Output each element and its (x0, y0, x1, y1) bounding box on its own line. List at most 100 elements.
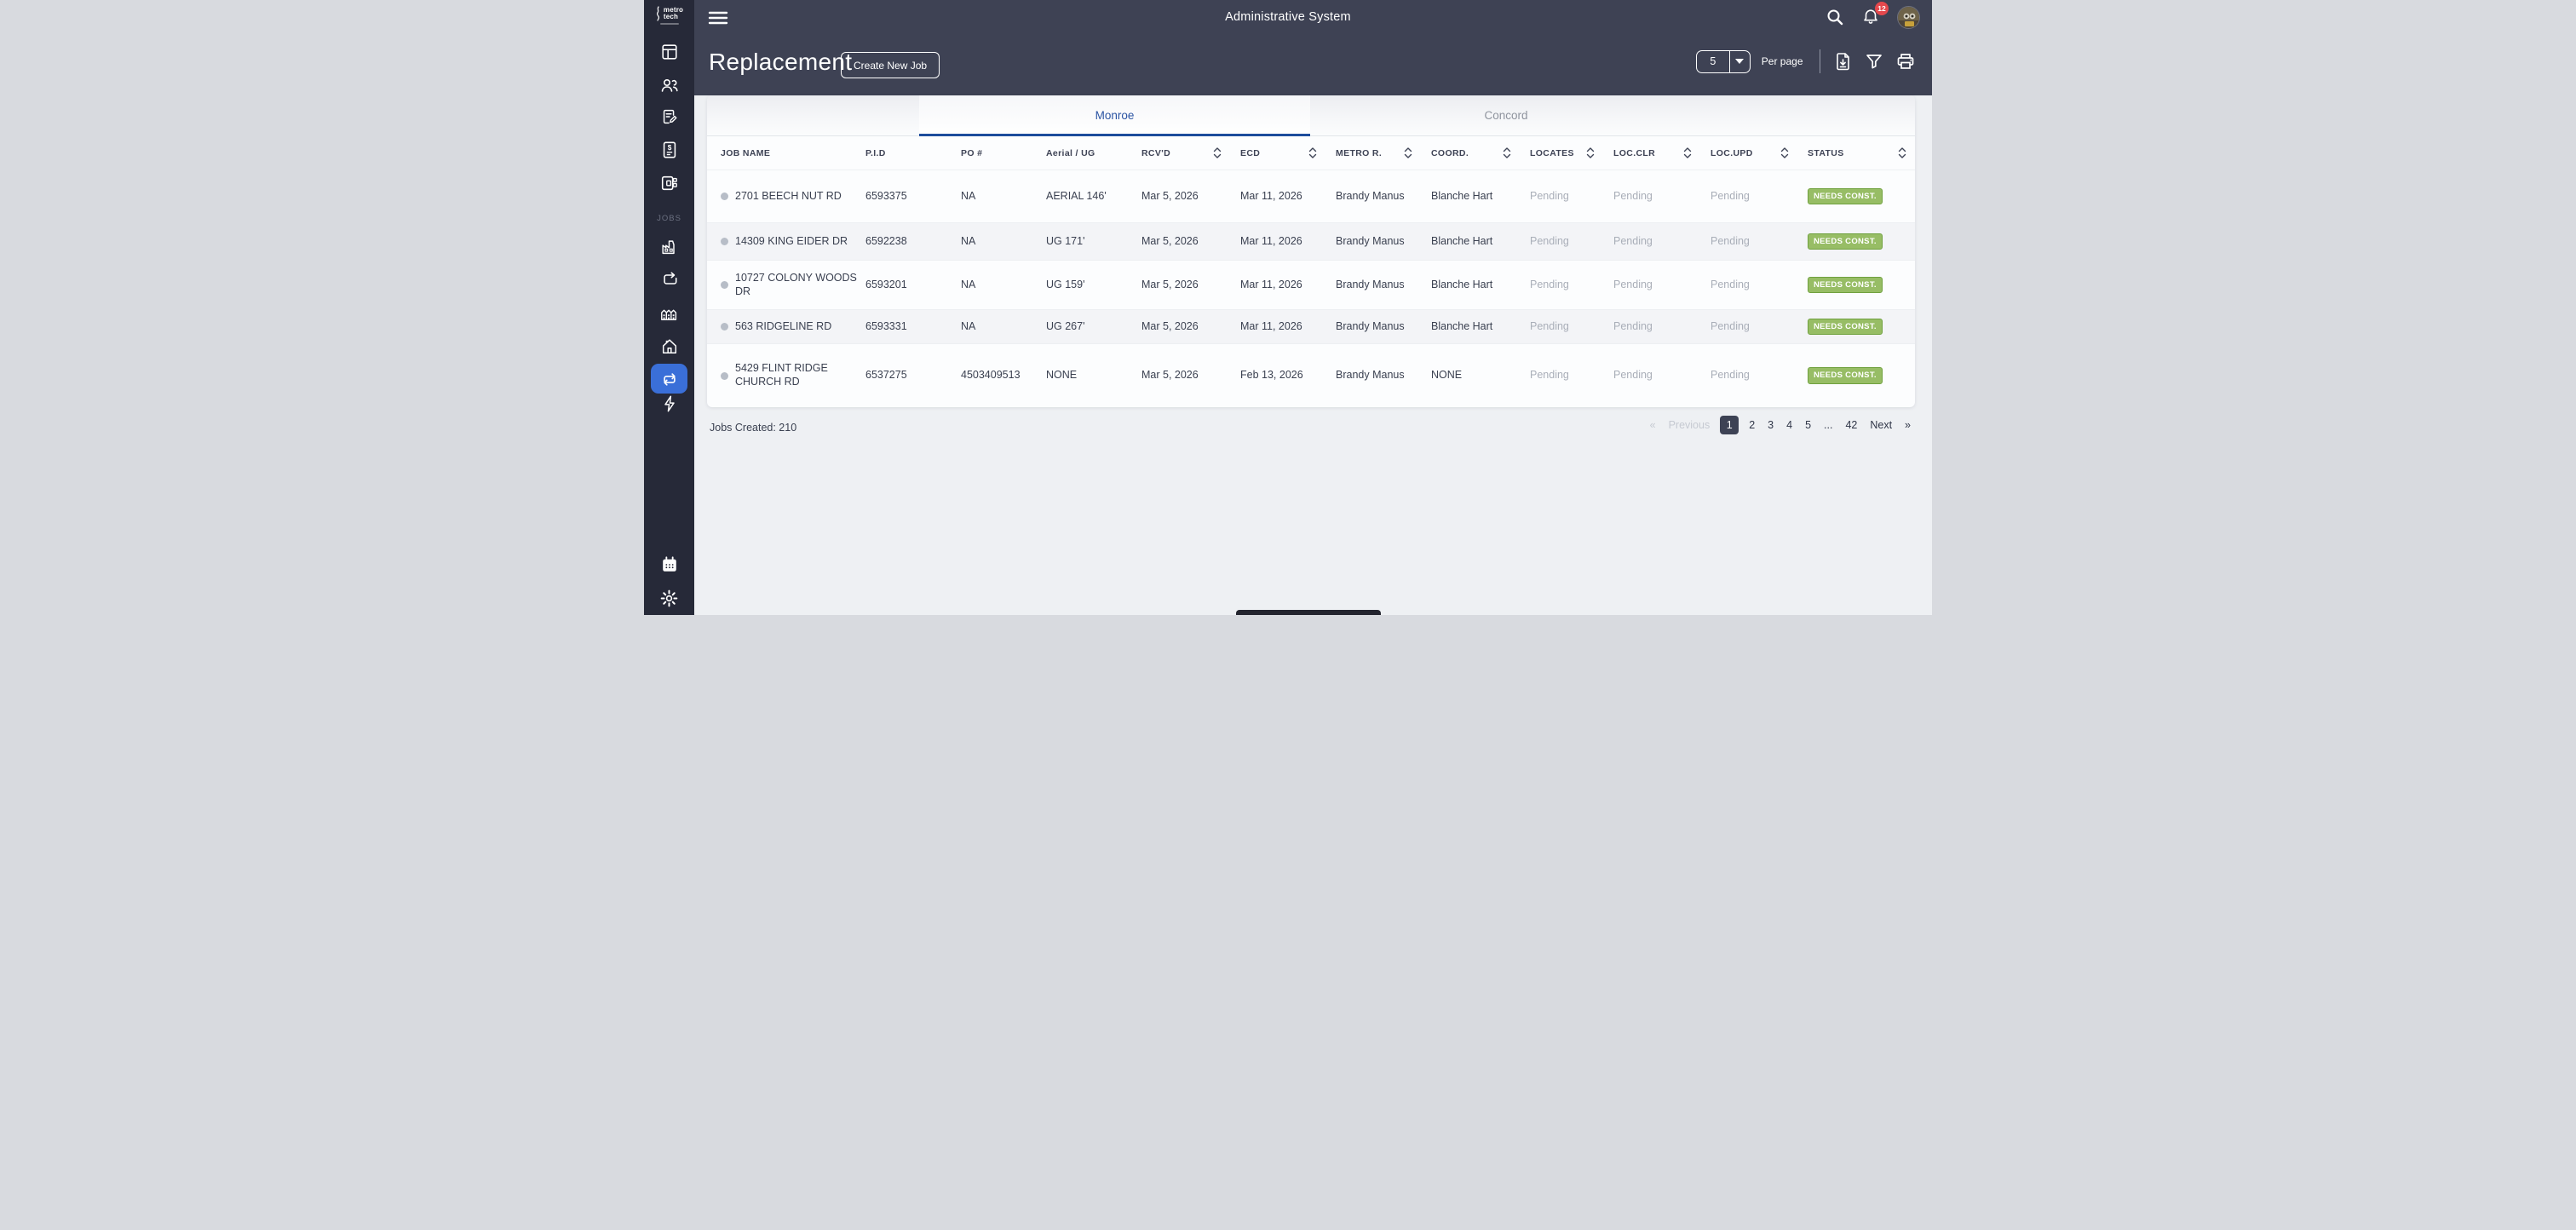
job-name: 563 RIDGELINE RD (735, 319, 832, 332)
table-cell: Mar 5, 2026 (1141, 234, 1199, 247)
pagination: « Previous 1 2 3 4 5... 42 Next » (1647, 416, 1913, 434)
status-badge: NEEDS CONST. (1808, 318, 1883, 336)
per-page-label: Per page (1761, 55, 1803, 67)
table-cell: Mar 11, 2026 (1240, 189, 1302, 202)
avatar[interactable] (1897, 5, 1920, 29)
table-cell: Mar 5, 2026 (1141, 278, 1199, 290)
table-cell: UG 159' (1046, 278, 1085, 290)
tab-concord[interactable]: Concord (1310, 95, 1702, 135)
row-status-dot (721, 193, 728, 200)
column-header[interactable]: ECD (1240, 147, 1336, 159)
table-row[interactable]: 14309 KING EIDER DR 6592238 NA UG 171' Mar 5… (707, 223, 1915, 261)
table-cell: Pending (1711, 369, 1750, 382)
table-cell: Pending (1613, 319, 1653, 332)
pagination-page[interactable]: 2 (1746, 417, 1757, 433)
pagination-page[interactable]: 1 (1720, 416, 1739, 434)
table-cell: Pending (1711, 234, 1750, 247)
table-cell: Pending (1613, 189, 1653, 202)
pagination-page[interactable]: 3 (1765, 417, 1776, 433)
table-cell: Mar 11, 2026 (1240, 319, 1302, 332)
column-header[interactable]: LOC.CLR (1613, 147, 1711, 159)
pagination-next-arrow[interactable]: » (1902, 417, 1913, 433)
notifications-bell[interactable]: 12 (1861, 2, 1889, 26)
sidebar-item-calendar[interactable] (644, 549, 694, 581)
cards-icon (661, 175, 677, 191)
sidebar-item-factory[interactable] (644, 231, 694, 263)
column-header: PO # (961, 147, 983, 158)
home-icon (662, 338, 676, 353)
pagination-prev[interactable]: Previous (1666, 417, 1713, 433)
column-header: Aerial / UG (1046, 147, 1095, 158)
column-header[interactable]: LOCATES (1530, 147, 1613, 159)
logo: metro tech (644, 6, 694, 25)
sidebar-item-power[interactable] (644, 388, 694, 420)
table-header-row: JOB NAME P.I.D PO # Aerial / UG RCV'D ECD METR… (707, 136, 1915, 170)
status-badge: NEEDS CONST. (1808, 367, 1883, 384)
table-cell: AERIAL 146' (1046, 189, 1107, 202)
users-icon (661, 79, 678, 92)
filter-icon[interactable] (1866, 53, 1883, 70)
sidebar-item-buildings[interactable] (644, 296, 694, 329)
sidebar-item-home[interactable] (644, 330, 694, 362)
table-toolbar: 5 Per page (1695, 49, 1915, 73)
sidebar-item-cards[interactable] (644, 167, 694, 199)
pagination-page[interactable]: 42 (1843, 417, 1860, 433)
table-cell: UG 171' (1046, 234, 1085, 247)
table-row[interactable]: 10727 COLONY WOODS DR 6593201 NA UG 159' Mar… (707, 261, 1915, 310)
table-cell: Blanche Hart (1431, 234, 1493, 247)
column-header[interactable]: RCV'D (1141, 147, 1240, 159)
edit-document-icon (663, 109, 676, 124)
sidebar-item-redo[interactable] (644, 263, 694, 296)
table-cell: Feb 13, 2026 (1240, 369, 1303, 382)
sidebar-item-settings[interactable] (644, 582, 694, 614)
pagination-page[interactable]: 4 (1784, 417, 1795, 433)
pagination-page[interactable]: ... (1821, 417, 1835, 433)
create-new-job-button[interactable]: Create New Job (841, 52, 940, 78)
logo-feather-icon (656, 6, 659, 21)
bottom-notch (1236, 610, 1381, 615)
table-cell: Brandy Manus (1336, 278, 1405, 290)
table-row[interactable]: 2701 BEECH NUT RD 6593375 NA AERIAL 146' Mar… (707, 170, 1915, 223)
page-title: Replacement (709, 49, 853, 75)
search-icon[interactable] (1826, 8, 1844, 26)
table-cell: Mar 5, 2026 (1141, 319, 1199, 332)
toolbar-divider (1819, 49, 1820, 73)
column-header[interactable]: COORD. (1431, 147, 1530, 159)
tab-monroe[interactable]: Monroe (919, 95, 1310, 136)
per-page-select[interactable]: 5 (1695, 49, 1751, 73)
logo-tagline (659, 23, 679, 25)
table-cell: Blanche Hart (1431, 278, 1493, 290)
sort-icon (1308, 147, 1317, 158)
sort-icon (1404, 147, 1412, 158)
column-header[interactable]: LOC.UPD (1711, 147, 1808, 159)
export-file-icon[interactable] (1835, 52, 1852, 71)
sidebar-item-users[interactable] (644, 69, 694, 101)
sort-icon (1213, 147, 1222, 158)
redo-box-icon (663, 272, 676, 285)
column-header[interactable]: STATUS (1808, 147, 1908, 159)
table-cell: Pending (1613, 234, 1653, 247)
sidebar-item-work-orders[interactable] (644, 101, 694, 133)
print-icon[interactable] (1896, 53, 1915, 70)
calendar-icon (662, 556, 676, 572)
header: Administrative System 12 Replacement Cre… (644, 0, 1932, 95)
column-header[interactable]: METRO R. (1336, 147, 1431, 159)
table-cell: Brandy Manus (1336, 234, 1405, 247)
table-cell: NA (961, 278, 976, 290)
table-cell: Pending (1711, 319, 1750, 332)
table-cell: Pending (1530, 234, 1569, 247)
table-row[interactable]: 5429 FLINT RIDGE CHURCH RD 6537275 4503409… (707, 344, 1915, 407)
row-status-dot (721, 371, 728, 380)
pagination-page[interactable]: 5 (1803, 417, 1814, 433)
sidebar-item-dashboard[interactable] (644, 36, 694, 68)
table-row[interactable]: 563 RIDGELINE RD 6593331 NA UG 267' Mar 5, 2… (707, 310, 1915, 344)
app-title: Administrative System (1225, 10, 1351, 24)
buildings-icon (660, 309, 676, 320)
table-cell: NA (961, 234, 976, 247)
pagination-prev-arrow[interactable]: « (1647, 417, 1659, 433)
pagination-next[interactable]: Next (1867, 417, 1895, 433)
sidebar-item-billing[interactable]: $ (644, 134, 694, 166)
table-cell: Mar 5, 2026 (1141, 189, 1199, 202)
sort-icon (1780, 147, 1789, 158)
job-name: 10727 COLONY WOODS DR (735, 271, 857, 297)
